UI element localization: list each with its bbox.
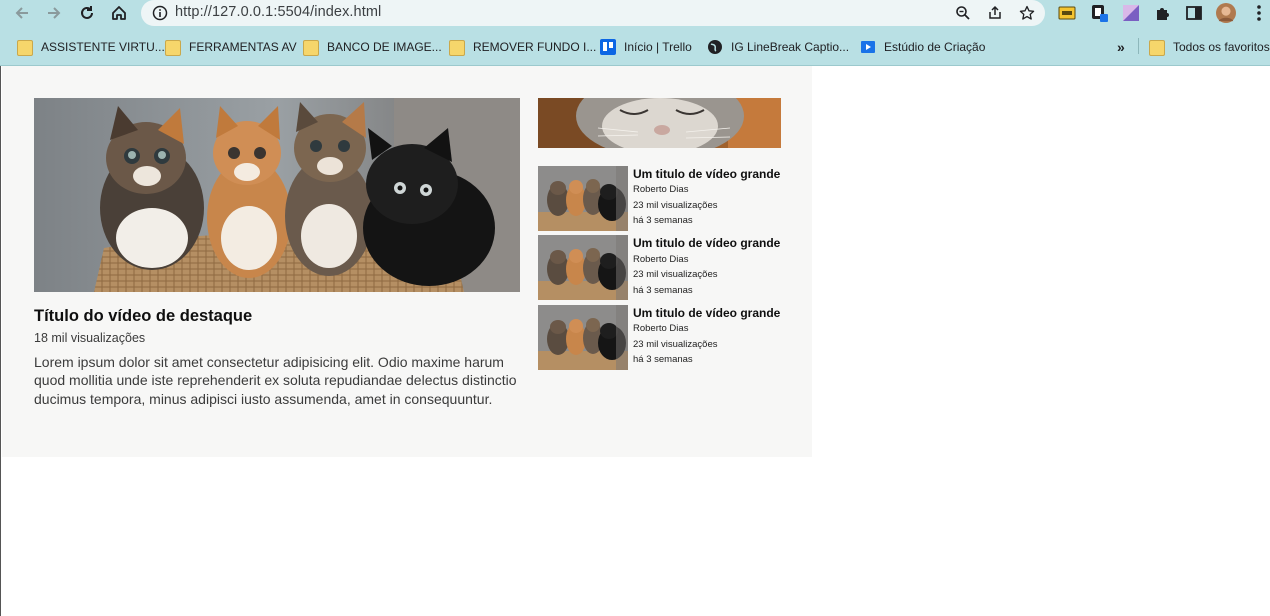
zoom-icon[interactable] bbox=[953, 3, 973, 23]
forward-arrow-icon[interactable] bbox=[43, 2, 65, 24]
sidebar-video-views: 23 mil visualizações bbox=[633, 269, 718, 280]
featured-video-title[interactable]: Título do vídeo de destaque bbox=[34, 307, 252, 326]
info-icon[interactable] bbox=[151, 4, 169, 22]
puzzle-icon[interactable] bbox=[1153, 3, 1173, 23]
extension-canva-icon[interactable] bbox=[1121, 3, 1141, 23]
bookmark-label: ASSISTENTE VIRTU... bbox=[41, 40, 165, 54]
sidebar-video-item[interactable]: Um titulo de vídeo grande Roberto Dias 2… bbox=[538, 235, 788, 301]
three-dots-icon[interactable] bbox=[1249, 3, 1269, 23]
bookmark-linebreak[interactable]: IG LineBreak Captio... bbox=[707, 38, 849, 56]
trello-icon bbox=[600, 39, 616, 55]
folder-icon bbox=[303, 40, 319, 56]
bookmark-label: BANCO DE IMAGE... bbox=[327, 40, 442, 54]
sidebar-video-title[interactable]: Um titulo de vídeo grande bbox=[633, 236, 780, 250]
globe-icon bbox=[708, 40, 722, 54]
extension-keyboard-icon[interactable] bbox=[1057, 3, 1077, 23]
bookmark-remover[interactable]: REMOVER FUNDO I... bbox=[449, 38, 596, 56]
bookmark-estudio[interactable]: Estúdio de Criação bbox=[860, 38, 985, 56]
studio-icon bbox=[861, 41, 875, 53]
folder-icon bbox=[449, 40, 465, 56]
bookmark-trello[interactable]: Início | Trello bbox=[600, 38, 692, 56]
bookmark-label: Início | Trello bbox=[624, 40, 692, 54]
reload-icon[interactable] bbox=[76, 2, 98, 24]
kittens-thumbnail-image bbox=[538, 305, 628, 370]
sidebar-video-views: 23 mil visualizações bbox=[633, 339, 718, 350]
page-viewport: Título do vídeo de destaque 18 mil visua… bbox=[0, 66, 1270, 616]
bookmark-label: IG LineBreak Captio... bbox=[731, 40, 850, 54]
kittens-thumbnail-image bbox=[538, 235, 628, 300]
sidebar-video-item[interactable]: Um titulo de vídeo grande Roberto Dias 2… bbox=[538, 305, 788, 371]
profile-avatar[interactable] bbox=[1216, 3, 1236, 23]
sidebar-video-channel[interactable]: Roberto Dias bbox=[633, 184, 688, 195]
bookmarks-overflow-button[interactable]: » bbox=[1117, 38, 1125, 56]
kittens-thumbnail-image bbox=[538, 166, 628, 231]
bookmark-label: REMOVER FUNDO I... bbox=[473, 40, 597, 54]
sidebar-video-channel[interactable]: Roberto Dias bbox=[633, 254, 688, 265]
bookmark-banco[interactable]: BANCO DE IMAGE... bbox=[303, 38, 442, 56]
content-container: Título do vídeo de destaque 18 mil visua… bbox=[2, 66, 812, 457]
bookmark-label: FERRAMENTAS AV bbox=[189, 40, 297, 54]
sidebar-video-age: há 3 semanas bbox=[633, 285, 693, 296]
browser-toolbar: http://127.0.0.1:5504/index.html bbox=[0, 0, 1270, 26]
sidebar-video-views: 23 mil visualizações bbox=[633, 200, 718, 211]
sidebar-banner-image[interactable] bbox=[538, 98, 781, 148]
extension-notes-icon[interactable] bbox=[1090, 3, 1110, 23]
sidebar-video-item[interactable]: Um titulo de vídeo grande Roberto Dias 2… bbox=[538, 166, 788, 232]
kittens-image bbox=[34, 98, 520, 292]
folder-icon bbox=[1149, 40, 1165, 56]
bookmark-ferramentas[interactable]: FERRAMENTAS AV bbox=[165, 38, 297, 56]
sidebar-video-title[interactable]: Um titulo de vídeo grande bbox=[633, 306, 780, 320]
bookmarks-divider bbox=[1138, 38, 1139, 54]
address-bar[interactable]: http://127.0.0.1:5504/index.html bbox=[141, 0, 1045, 26]
sidebar-video-channel[interactable]: Roberto Dias bbox=[633, 323, 688, 334]
sidebar-video-title[interactable]: Um titulo de vídeo grande bbox=[633, 167, 780, 181]
bookmark-label: Todos os favoritos bbox=[1173, 40, 1270, 54]
url-text[interactable]: http://127.0.0.1:5504/index.html bbox=[175, 4, 381, 20]
folder-icon bbox=[17, 40, 33, 56]
home-icon[interactable] bbox=[108, 2, 130, 24]
sidebar-video-thumbnail[interactable] bbox=[538, 305, 628, 370]
sidebar-video-thumbnail[interactable] bbox=[538, 235, 628, 300]
featured-video-views: 18 mil visualizações bbox=[34, 331, 146, 345]
bookmark-all-favorites[interactable]: Todos os favoritos bbox=[1149, 38, 1270, 56]
folder-icon bbox=[165, 40, 181, 56]
sidebar-video-thumbnail[interactable] bbox=[538, 166, 628, 231]
sidebar-video-age: há 3 semanas bbox=[633, 215, 693, 226]
back-arrow-icon[interactable] bbox=[11, 2, 33, 24]
share-icon[interactable] bbox=[985, 3, 1005, 23]
bookmark-label: Estúdio de Criação bbox=[884, 40, 986, 54]
featured-video-description: Lorem ipsum dolor sit amet consectetur a… bbox=[34, 354, 517, 407]
featured-video-thumbnail[interactable] bbox=[34, 98, 520, 292]
star-icon[interactable] bbox=[1017, 3, 1037, 23]
sleeping-kitten-image bbox=[538, 98, 781, 148]
bookmark-assistente[interactable]: ASSISTENTE VIRTU... bbox=[17, 38, 165, 56]
sidebar-video-age: há 3 semanas bbox=[633, 354, 693, 365]
side-panel-icon[interactable] bbox=[1184, 3, 1204, 23]
